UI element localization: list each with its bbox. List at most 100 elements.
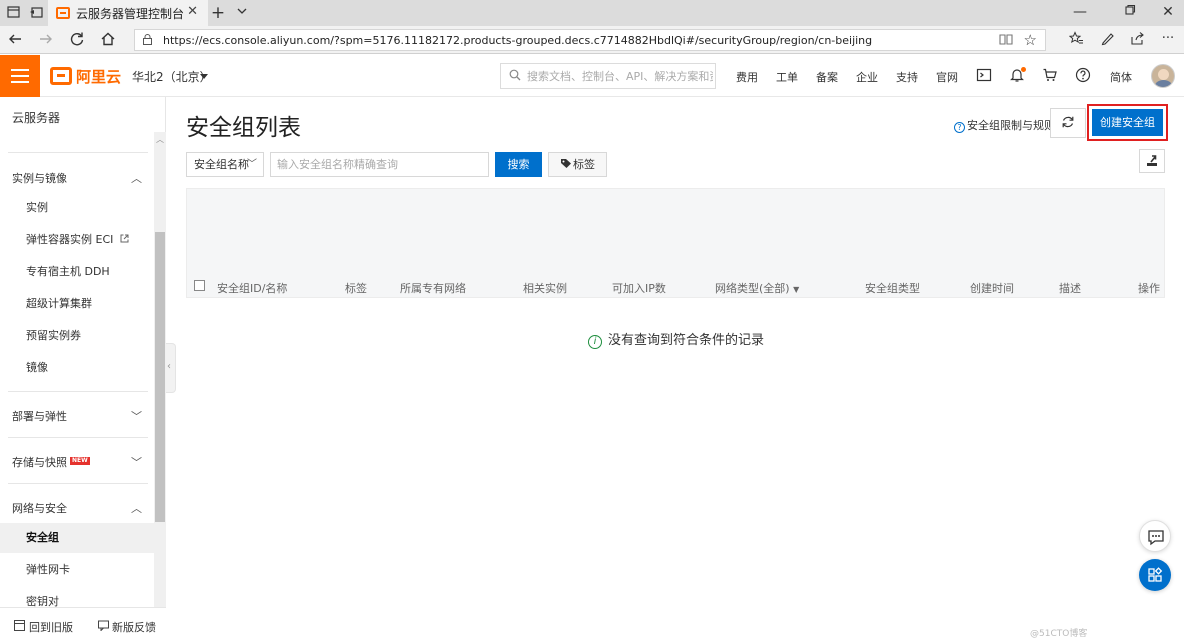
browser-address-bar: https://ecs.console.aliyun.com/?spm=5176… bbox=[0, 26, 1184, 54]
nav-link-support[interactable]: 支持 bbox=[896, 69, 918, 85]
info-circle-icon: i bbox=[588, 335, 602, 349]
refresh-button[interactable] bbox=[1050, 108, 1086, 138]
notification-dot bbox=[1021, 67, 1026, 72]
favorites-icon[interactable] bbox=[1066, 31, 1086, 50]
nav-link-enterprise[interactable]: 企业 bbox=[856, 69, 878, 85]
region-caret-icon[interactable] bbox=[200, 74, 208, 79]
back-to-old-version-link[interactable]: 回到旧版 bbox=[29, 619, 73, 635]
sidebar-divider bbox=[8, 437, 148, 438]
sidebar-item-instance[interactable]: 实例 bbox=[0, 193, 154, 223]
new-badge: NEW bbox=[70, 457, 90, 465]
quick-apps-button[interactable] bbox=[1139, 559, 1171, 591]
language-switch[interactable]: 简体 bbox=[1110, 69, 1132, 85]
set-aside-tabs-icon[interactable] bbox=[28, 5, 44, 21]
tag-button-label: 标签 bbox=[573, 158, 595, 171]
create-security-group-button[interactable]: 创建安全组 bbox=[1092, 109, 1163, 136]
caret-down-icon: ▼ bbox=[793, 285, 800, 294]
sidebar-item-security-group[interactable]: 安全组 bbox=[0, 523, 154, 553]
terminal-icon[interactable] bbox=[976, 67, 992, 83]
create-button-highlight: 创建安全组 bbox=[1087, 104, 1168, 141]
tab-title: 云服务器管理控制台 bbox=[76, 7, 185, 21]
nav-link-billing[interactable]: 费用 bbox=[736, 69, 758, 85]
sidebar-group-network[interactable]: 网络与安全 ︿ bbox=[0, 500, 154, 516]
sidebar-group-label: 实例与镜像 bbox=[12, 172, 67, 185]
tab-actions-icon[interactable] bbox=[6, 5, 22, 21]
tab-close-icon[interactable]: ✕ bbox=[187, 4, 198, 19]
network-type-label: 网络类型(全部) bbox=[715, 282, 790, 295]
security-group-name-input[interactable] bbox=[271, 153, 488, 176]
sidebar-item-super-computing[interactable]: 超级计算集群 bbox=[0, 289, 154, 319]
scroll-up-icon[interactable]: ︿ bbox=[156, 134, 164, 145]
hamburger-menu-icon[interactable] bbox=[0, 55, 40, 97]
url-field[interactable]: https://ecs.console.aliyun.com/?spm=5176… bbox=[134, 29, 1046, 51]
reading-view-icon[interactable] bbox=[999, 32, 1013, 50]
column-header-tags: 标签 bbox=[345, 282, 367, 295]
sidebar-item-eci[interactable]: 弹性容器实例 ECI bbox=[0, 225, 154, 255]
sidebar-item-reserved[interactable]: 预留实例券 bbox=[0, 321, 154, 351]
export-button[interactable] bbox=[1139, 149, 1165, 173]
sidebar-group-label: 存储与快照 bbox=[12, 456, 67, 469]
new-version-feedback-link[interactable]: 新版反馈 bbox=[112, 619, 156, 635]
tag-filter-button[interactable]: 标签 bbox=[548, 152, 607, 177]
sidebar-item-label: 弹性容器实例 ECI bbox=[26, 233, 114, 246]
chat-support-button[interactable] bbox=[1139, 520, 1171, 552]
sidebar-collapse-handle[interactable]: ‹ bbox=[166, 343, 176, 393]
empty-state-text: 没有查询到符合条件的记录 bbox=[608, 333, 765, 348]
help-icon[interactable] bbox=[1075, 67, 1091, 83]
cart-icon[interactable] bbox=[1042, 67, 1058, 83]
filter-input-box[interactable] bbox=[270, 152, 489, 177]
select-all-checkbox[interactable] bbox=[194, 280, 205, 291]
home-icon[interactable] bbox=[99, 31, 117, 51]
forward-arrow-icon[interactable] bbox=[37, 31, 55, 51]
nav-link-official-site[interactable]: 官网 bbox=[936, 69, 958, 85]
column-header-network-type[interactable]: 网络类型(全部) ▼ bbox=[715, 280, 799, 296]
sidebar-divider bbox=[8, 152, 148, 153]
chevron-down-icon: ﹀ bbox=[247, 159, 257, 170]
search-button[interactable]: 搜索 bbox=[495, 152, 542, 177]
sidebar-item-keypair[interactable]: 密钥对 bbox=[0, 587, 154, 607]
maximize-icon[interactable] bbox=[1120, 4, 1140, 20]
sidebar-scrollbar[interactable]: ︿ bbox=[154, 132, 166, 607]
sidebar-item-ddh[interactable]: 专有宿主机 DDH bbox=[0, 257, 154, 287]
scrollbar-thumb[interactable] bbox=[155, 232, 165, 522]
filter-field-select[interactable]: 安全组名称 ﹀ bbox=[186, 152, 264, 177]
sidebar-group-deploy[interactable]: 部署与弹性 ﹀ bbox=[0, 408, 154, 424]
external-link-icon bbox=[120, 234, 129, 243]
sidebar-divider bbox=[8, 483, 148, 484]
chevron-down-icon: ﹀ bbox=[131, 410, 142, 423]
tab-list-chevron-icon[interactable] bbox=[234, 5, 250, 21]
favorite-star-icon[interactable]: ☆ bbox=[1024, 31, 1037, 49]
sidebar-group-instances[interactable]: 实例与镜像 ︿ bbox=[0, 170, 154, 186]
column-header-id-name: 安全组ID/名称 bbox=[217, 282, 288, 295]
global-search-box[interactable] bbox=[500, 63, 716, 89]
global-search-input[interactable] bbox=[527, 67, 713, 85]
security-group-rules-link[interactable]: ? 安全组限制与规则 bbox=[954, 117, 1055, 133]
column-header-description: 描述 bbox=[1059, 282, 1081, 295]
chevron-down-icon: ﹀ bbox=[131, 456, 142, 469]
sidebar-group-storage[interactable]: 存储与快照 NEW ﹀ bbox=[0, 454, 154, 470]
tag-icon bbox=[561, 159, 571, 168]
share-icon[interactable] bbox=[1127, 31, 1147, 50]
sidebar-group-label: 网络与安全 bbox=[12, 502, 67, 515]
nav-link-icp[interactable]: 备案 bbox=[816, 69, 838, 85]
more-options-icon[interactable]: ··· bbox=[1158, 31, 1178, 46]
browser-tab-active[interactable]: 云服务器管理控制台 ✕ bbox=[48, 0, 208, 26]
sidebar-item-image[interactable]: 镜像 bbox=[0, 353, 154, 383]
minimize-icon[interactable]: — bbox=[1070, 4, 1090, 20]
new-tab-button[interactable]: + bbox=[210, 5, 226, 22]
chevron-left-icon: ‹ bbox=[167, 361, 171, 372]
reload-icon[interactable] bbox=[68, 31, 86, 51]
back-arrow-icon[interactable] bbox=[6, 31, 24, 51]
pen-notes-icon[interactable] bbox=[1097, 31, 1117, 50]
aliyun-logo-mark-icon bbox=[50, 67, 72, 85]
sidebar-item-eni[interactable]: 弹性网卡 bbox=[0, 555, 154, 585]
sidebar-title: 云服务器 bbox=[12, 111, 61, 125]
window-close-icon[interactable]: ✕ bbox=[1158, 4, 1178, 20]
user-avatar[interactable] bbox=[1151, 64, 1175, 88]
nav-link-ticket[interactable]: 工单 bbox=[776, 69, 798, 85]
chevron-up-icon: ︿ bbox=[131, 502, 142, 515]
sidebar-group-label: 部署与弹性 bbox=[12, 410, 67, 423]
old-version-icon bbox=[14, 620, 25, 631]
aliyun-favicon-icon bbox=[56, 7, 70, 19]
empty-state-message: i 没有查询到符合条件的记录 bbox=[588, 329, 764, 349]
